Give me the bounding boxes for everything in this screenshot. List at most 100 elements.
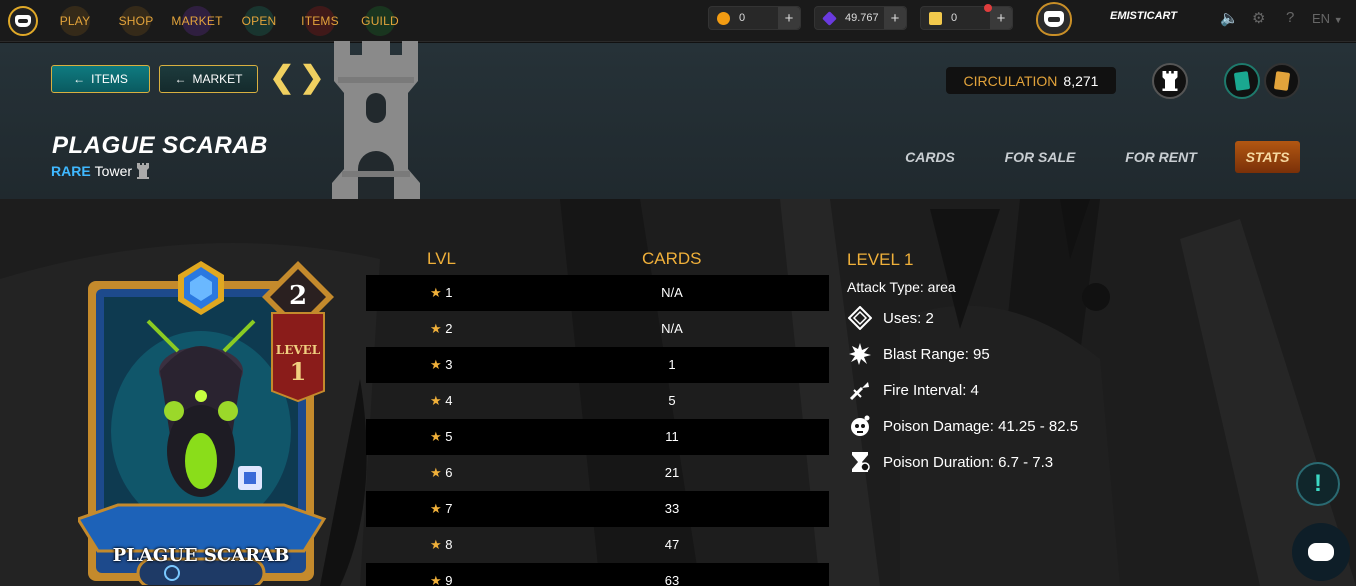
stat-blast-range: Blast Range: 95 xyxy=(847,341,990,367)
star-icon: ★ xyxy=(430,357,442,372)
card-level-label: LEVEL xyxy=(275,343,321,357)
chevron-down-icon: ▼ xyxy=(1333,15,1343,25)
card-mana-badge: 2 xyxy=(288,281,308,311)
card-edition-icon[interactable] xyxy=(1152,63,1188,99)
username[interactable]: EMISTICART xyxy=(1110,10,1177,22)
star-icon: ★ xyxy=(430,537,442,552)
table-row: ★ 1 N/A xyxy=(366,275,829,311)
table-row: ★ 2 N/A xyxy=(366,311,829,347)
back-to-items-button[interactable]: ← ITEMS xyxy=(51,65,150,93)
star-icon: ★ xyxy=(430,429,442,444)
balance-coins-value: 0 xyxy=(739,12,746,24)
row-level: ★ 8 xyxy=(430,537,453,553)
coin-icon xyxy=(717,12,730,25)
monster-logo-icon xyxy=(15,15,31,27)
star-icon: ★ xyxy=(430,573,442,586)
star-icon: ★ xyxy=(430,501,442,516)
star-icon: ★ xyxy=(430,465,442,480)
gear-icon[interactable]: ⚙ xyxy=(1252,9,1265,27)
card-art: 2 LEVEL 1 PLAGUE SCARAB 200 xyxy=(75,261,334,586)
row-level: ★ 4 xyxy=(430,393,453,409)
stat-blast-range-label: Blast Range: 95 xyxy=(883,345,990,363)
nav-items-label: ITEMS xyxy=(301,14,339,28)
add-crystals-button[interactable]: + xyxy=(884,7,906,29)
back-to-items-label: ITEMS xyxy=(91,72,128,86)
star-icon: ★ xyxy=(430,321,442,336)
nav-play[interactable]: PLAY xyxy=(55,4,95,38)
regular-foil-icon[interactable] xyxy=(1224,63,1260,99)
table-row: ★ 6 21 xyxy=(366,455,829,491)
table-row: ★ 4 5 xyxy=(366,383,829,419)
next-card-icon[interactable]: ❯ xyxy=(298,63,326,93)
star-icon: ★ xyxy=(430,393,442,408)
header-cards: CARDS xyxy=(642,249,702,268)
nav-guild[interactable]: GUILD xyxy=(360,4,400,38)
circulation-label: CIRCULATION xyxy=(963,72,1058,89)
row-cards: 5 xyxy=(668,393,676,408)
tab-for-rent[interactable]: FOR RENT xyxy=(1120,141,1202,173)
star-icon: ★ xyxy=(430,285,442,300)
nav-open[interactable]: OPEN xyxy=(239,4,279,38)
stat-uses-label: Uses: 2 xyxy=(883,309,934,327)
stat-poison-duration: Poison Duration: 6.7 - 7.3 xyxy=(847,449,1053,475)
poison-damage-icon xyxy=(847,413,873,439)
nav-shop[interactable]: SHOP xyxy=(116,4,156,38)
stat-poison-damage-label: Poison Damage: 41.25 - 82.5 xyxy=(883,417,1079,435)
back-to-market-button[interactable]: ← MARKET xyxy=(159,65,258,93)
tab-stats[interactable]: STATS xyxy=(1235,141,1300,173)
fire-interval-icon xyxy=(847,377,873,403)
balance-coins: 0 + xyxy=(708,6,801,30)
card-nav-arrows: ❮ ❯ xyxy=(268,63,326,93)
chat-button[interactable] xyxy=(1292,523,1350,581)
row-cards: 1 xyxy=(668,357,676,372)
gold-foil-icon[interactable] xyxy=(1264,63,1300,99)
app-logo[interactable] xyxy=(8,6,38,36)
sound-icon[interactable]: 🔈 xyxy=(1220,9,1239,27)
stats-content: 2 LEVEL 1 PLAGUE SCARAB 200 LVL CARDS ★ … xyxy=(0,199,1356,586)
nav-market[interactable]: MARKET xyxy=(171,4,223,38)
balance-tickets-value: 0 xyxy=(951,12,958,24)
balance-crystals: 49.767 + xyxy=(814,6,907,30)
circulation-value: 8,271 xyxy=(1063,72,1099,89)
crystal-icon xyxy=(822,11,837,26)
avatar[interactable] xyxy=(1036,2,1072,36)
notification-dot xyxy=(984,4,992,12)
row-level-value: 5 xyxy=(445,429,453,444)
add-coins-button[interactable]: + xyxy=(778,7,800,29)
rarity-label: RARE xyxy=(51,163,91,179)
tab-for-sale[interactable]: FOR SALE xyxy=(1000,141,1080,173)
alert-button[interactable]: ! xyxy=(1296,462,1340,506)
nav-open-label: OPEN xyxy=(241,14,277,28)
row-cards: 33 xyxy=(664,501,680,516)
level-heading: LEVEL 1 xyxy=(847,250,914,269)
page-title: PLAGUE SCARAB xyxy=(52,132,268,159)
language-select[interactable]: EN ▼ xyxy=(1312,11,1343,26)
table-row: ★ 8 47 xyxy=(366,527,829,563)
card-name: PLAGUE SCARAB xyxy=(112,545,290,566)
tab-cards[interactable]: CARDS xyxy=(898,141,962,173)
language-label: EN xyxy=(1312,11,1331,26)
row-cards: 63 xyxy=(664,573,680,586)
ticket-icon xyxy=(929,12,942,25)
top-nav: PLAY SHOP MARKET OPEN ITEMS GUILD 0 + 49… xyxy=(0,0,1356,42)
row-level-value: 4 xyxy=(445,393,453,408)
nav-market-label: MARKET xyxy=(171,14,223,28)
arrow-left-icon: ← xyxy=(174,72,187,86)
tower-small-icon xyxy=(137,163,150,179)
card-header: ← ITEMS ← MARKET ❮ ❯ PLAGUE SCARAB RARE … xyxy=(0,41,1356,199)
add-tickets-button[interactable]: + xyxy=(990,7,1012,29)
row-level: ★ 7 xyxy=(430,501,453,517)
card-subtitle: RARE Tower xyxy=(51,163,150,179)
nav-items[interactable]: ITEMS xyxy=(300,4,340,38)
arrow-left-icon: ← xyxy=(73,72,86,86)
circulation-badge: CIRCULATION 8,271 xyxy=(946,67,1116,94)
help-icon[interactable]: ? xyxy=(1286,9,1294,26)
row-level: ★ 5 xyxy=(430,429,453,445)
row-level-value: 9 xyxy=(445,573,453,586)
row-level: ★ 1 xyxy=(430,285,453,301)
stat-fire-interval-label: Fire Interval: 4 xyxy=(883,381,979,399)
stat-poison-duration-label: Poison Duration: 6.7 - 7.3 xyxy=(883,453,1054,471)
previous-card-icon[interactable]: ❮ xyxy=(268,63,296,93)
balance-crystals-value: 49.767 xyxy=(845,12,879,24)
row-level: ★ 6 xyxy=(430,465,453,481)
